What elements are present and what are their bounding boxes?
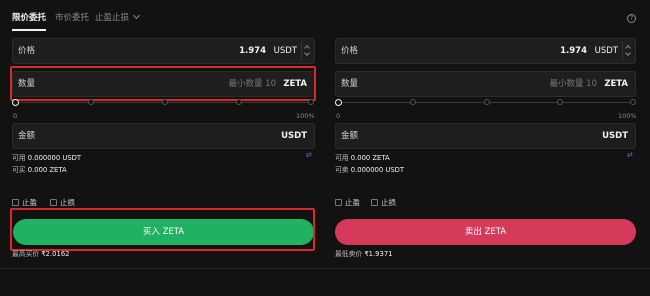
sell-quantity-label: 数量: [341, 79, 359, 89]
sell-take-profit-checkbox[interactable]: 止盈: [335, 198, 360, 208]
sell-slider-step-100[interactable]: [630, 99, 636, 105]
sell-slider-step-50[interactable]: [484, 99, 490, 105]
buy-price-label: 价格: [18, 46, 36, 56]
sell-price-unit: USDT: [594, 46, 618, 56]
buy-take-profit-label: 止盈: [22, 198, 37, 207]
sell-available: 可用 0.000 ZETA: [335, 152, 390, 162]
sell-footer: 最低卖价 ₹1.9371: [335, 248, 392, 258]
buy-available: 可用 0.000000 USDT: [12, 152, 81, 162]
buy-slider-step-25[interactable]: [88, 99, 94, 105]
buy-slider-step-50[interactable]: [162, 99, 168, 105]
sell-price-stepper[interactable]: [622, 41, 633, 61]
transfer-icon[interactable]: ⇄: [306, 151, 312, 159]
sell-slider-max-label: 100%: [618, 112, 637, 120]
buy-take-profit-checkbox[interactable]: 止盈: [12, 198, 37, 208]
buy-price-stepper[interactable]: [301, 41, 312, 61]
checkbox-icon[interactable]: [335, 199, 342, 206]
sell-available-value: 0.000 ZETA: [350, 154, 390, 162]
buy-can-value: 0.000 ZETA: [27, 166, 67, 174]
sell-amount-label: 金额: [341, 131, 359, 141]
quantity-highlight-box: [10, 66, 316, 101]
sell-amount-unit: USDT: [602, 131, 628, 141]
sell-amount-field[interactable]: 金额 USDT: [335, 123, 636, 149]
buy-can-label: 可买: [12, 166, 26, 174]
buy-slider-handle[interactable]: [12, 99, 19, 106]
sell-can-sell: 可卖 0.000000 USDT: [335, 164, 404, 174]
sell-quantity-field[interactable]: 数量 最小数量 10 ZETA: [335, 71, 636, 97]
buy-button-highlight-box: [10, 208, 315, 251]
buy-price-unit: USDT: [273, 46, 297, 56]
sell-can-value: 0.000000 USDT: [350, 166, 405, 174]
sell-stop-loss-checkbox[interactable]: 止损: [371, 198, 396, 208]
sell-price-field[interactable]: 价格 1.974 USDT: [335, 38, 636, 64]
buy-price-value[interactable]: 1.974: [239, 39, 266, 63]
sell-footer-label: 最低卖价: [335, 250, 363, 258]
sell-slider-step-25[interactable]: [410, 99, 416, 105]
sell-footer-value: ₹1.9371: [364, 250, 393, 258]
buy-amount-field[interactable]: 金额 USDT: [12, 123, 315, 149]
buy-amount-unit: USDT: [281, 131, 307, 141]
sell-price-label: 价格: [341, 46, 359, 56]
buy-slider-step-75[interactable]: [236, 99, 242, 105]
buy-amount-label: 金额: [18, 131, 36, 141]
sell-slider-min-label: 0: [336, 112, 341, 120]
buy-can-buy: 可买 0.000 ZETA: [12, 164, 67, 174]
active-tab-indicator: [12, 29, 46, 31]
sell-slider-step-75[interactable]: [557, 99, 563, 105]
sell-available-label: 可用: [335, 154, 349, 162]
buy-available-value: 0.000000 USDT: [27, 154, 82, 162]
bottom-divider: [0, 268, 650, 269]
chevron-down-icon: [132, 11, 141, 20]
buy-price-field[interactable]: 价格 1.974 USDT: [12, 38, 315, 64]
buy-footer-value: ₹2.0162: [41, 250, 70, 258]
checkbox-icon[interactable]: [50, 199, 57, 206]
sell-quantity-placeholder: 最小数量 10: [549, 79, 597, 89]
question-circle-icon[interactable]: ?: [627, 14, 636, 23]
tab-tp-sl[interactable]: 止盈止损: [95, 11, 141, 24]
sell-take-profit-label: 止盈: [345, 198, 360, 207]
buy-footer-label: 最高买价: [12, 250, 40, 258]
buy-slider-min-label: 0: [13, 112, 18, 120]
buy-slider-max-label: 100%: [296, 112, 315, 120]
buy-available-label: 可用: [12, 154, 26, 162]
chevron-down-icon[interactable]: [625, 50, 631, 56]
buy-slider-step-100[interactable]: [308, 99, 314, 105]
tab-limit-order[interactable]: 限价委托: [12, 12, 46, 24]
sell-zeta-button[interactable]: 卖出 ZETA: [335, 219, 636, 245]
sell-can-label: 可卖: [335, 166, 349, 174]
transfer-icon[interactable]: ⇄: [627, 151, 633, 159]
chevron-down-icon[interactable]: [304, 50, 310, 56]
buy-stop-loss-label: 止损: [60, 198, 75, 207]
sell-price-value[interactable]: 1.974: [560, 39, 587, 63]
sell-stop-loss-label: 止损: [381, 198, 396, 207]
sell-quantity-unit: ZETA: [604, 79, 628, 89]
sell-slider-handle[interactable]: [335, 99, 342, 106]
checkbox-icon[interactable]: [12, 199, 19, 206]
checkbox-icon[interactable]: [371, 199, 378, 206]
buy-footer: 最高买价 ₹2.0162: [12, 248, 69, 258]
buy-stop-loss-checkbox[interactable]: 止损: [50, 198, 75, 208]
tab-market-order[interactable]: 市价委托: [55, 12, 89, 24]
tab-tp-sl-label: 止盈止损: [95, 13, 130, 23]
